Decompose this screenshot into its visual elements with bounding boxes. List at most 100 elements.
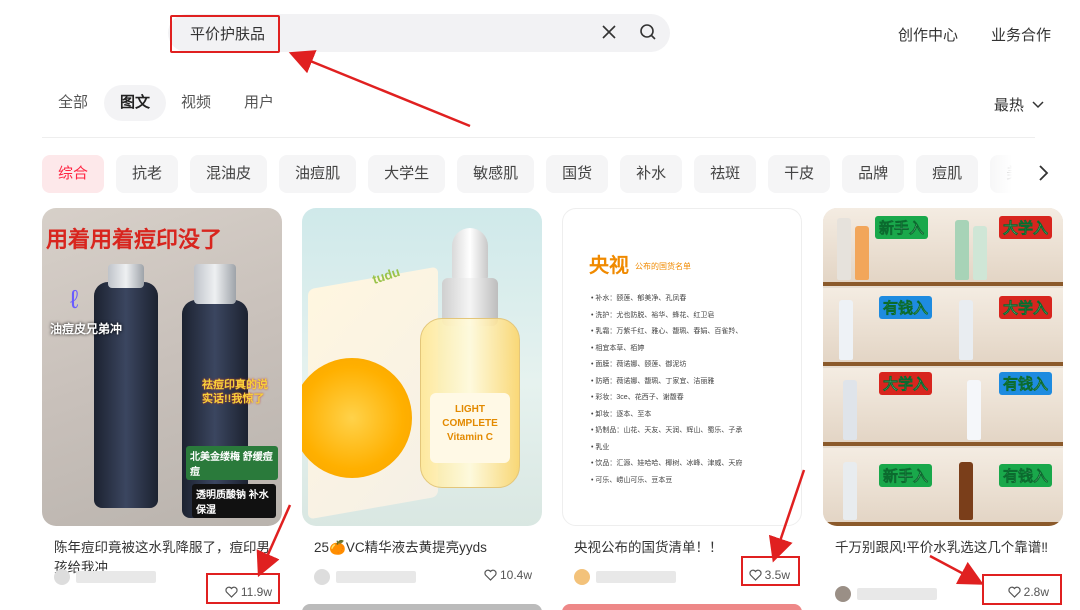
search-bar: [168, 14, 670, 52]
business-link[interactable]: 业务合作: [991, 24, 1051, 45]
cover-tag: 新手入: [879, 464, 933, 487]
list-item: 洗护：尤也防脱、裕华、蜂花、红卫皂: [591, 308, 791, 325]
note-title[interactable]: 25🍊VC精华液去黄提亮yyds: [314, 538, 539, 558]
bottle-image: [959, 462, 973, 520]
filter-chip[interactable]: 干皮: [768, 155, 831, 193]
creator-center-link[interactable]: 创作中心: [898, 24, 958, 45]
chevron-down-icon: [1032, 101, 1044, 109]
avatar: [314, 569, 330, 585]
next-card-peek: [302, 604, 542, 610]
like-count-value: 3.5w: [764, 568, 790, 582]
avatar: [835, 586, 851, 602]
author[interactable]: [835, 585, 937, 603]
author-name-blurred: [596, 571, 676, 583]
heart-icon: [1008, 586, 1021, 598]
dropper-bulb: [452, 228, 488, 282]
cover-sticker: 祛痘印真的说实话!!我惊了: [202, 379, 268, 405]
chevron-right-icon[interactable]: [1033, 163, 1053, 183]
author[interactable]: [574, 568, 676, 586]
like-count[interactable]: 3.5w: [749, 568, 790, 582]
filter-chip[interactable]: 痘肌: [916, 155, 979, 193]
filter-chip[interactable]: 抗老: [116, 155, 179, 193]
like-count[interactable]: 10.4w: [484, 568, 532, 582]
list-item: 奶制品：山花、天友、天润、辉山、蜀乐、子承: [591, 423, 791, 440]
heart-icon: [225, 586, 238, 598]
cover-title: 央视: [589, 255, 629, 277]
like-count-value: 11.9w: [240, 585, 272, 599]
bottle-image: [855, 226, 869, 280]
search-input[interactable]: [168, 14, 598, 52]
avatar: [54, 569, 70, 585]
tab-video[interactable]: 视频: [165, 85, 227, 121]
list-item: 卸妆：逐本、至本: [591, 407, 791, 424]
list-item: 可乐、崂山可乐、豆本豆: [591, 473, 791, 490]
filter-chip[interactable]: 油痘肌: [279, 155, 357, 193]
list-item: 彩妆：3ce、花西子、谢馥春: [591, 390, 791, 407]
cover-tag: 有钱入: [879, 296, 933, 319]
avatar: [574, 569, 590, 585]
list-item: 补水：颐莲、郁美净、孔凤春: [591, 291, 791, 308]
cover-sticker: 北美金缕梅 舒缓痘痘: [186, 446, 278, 480]
note-card[interactable]: tudu LIGHT COMPLETE Vitamin C 25🍊VC精华液去黄…: [302, 208, 542, 585]
list-item: 乳业: [591, 440, 791, 457]
cover-tag: 有钱入: [999, 464, 1053, 487]
tabs-divider: [42, 137, 1035, 138]
cover-tag: 新手入: [875, 216, 929, 239]
like-count-value: 10.4w: [499, 568, 532, 582]
tab-all[interactable]: 全部: [42, 85, 104, 121]
bottle-image: [959, 300, 973, 360]
bottle-image: [955, 220, 969, 280]
note-card[interactable]: 央视 公布的国货名单 补水：颐莲、郁美净、孔凤春 洗护：尤也防脱、裕华、蜂花、红…: [562, 208, 802, 585]
cover-tag: 有钱入: [999, 372, 1053, 395]
note-cover-image[interactable]: 新手入 大学入 有钱入 大学入 大学入 有钱入 新手入 有钱入: [823, 208, 1063, 526]
author-name-blurred: [76, 571, 156, 583]
cover-tag: 大学入: [999, 296, 1053, 319]
author-name-blurred: [857, 588, 937, 600]
filter-chip[interactable]: 混油皮: [190, 155, 268, 193]
filter-chip[interactable]: 品牌: [842, 155, 905, 193]
cover-sticker: 油痘皮兄弟冲: [50, 322, 123, 336]
list-item: 乳霜：万紫千红、雅心、馥珮、春娟、百雀羚、: [591, 324, 791, 341]
list-item: 饮品：汇源、娃哈哈、椰树、冰峰、津威、天府: [591, 456, 791, 473]
bottle-label: LIGHT COMPLETE Vitamin C: [430, 393, 510, 463]
sort-dropdown[interactable]: 最热: [994, 94, 1044, 115]
note-cover-image[interactable]: 用着用着痘印没了 ℓ 油痘皮兄弟冲 祛痘印真的说实话!!我惊了 北美金缕梅 舒缓…: [42, 208, 282, 526]
filter-chip[interactable]: 补水: [620, 155, 683, 193]
note-cover-image[interactable]: 央视 公布的国货名单 补水：颐莲、郁美净、孔凤春 洗护：尤也防脱、裕华、蜂花、红…: [562, 208, 802, 526]
like-count[interactable]: 11.9w: [225, 585, 272, 599]
clear-icon[interactable]: [600, 23, 618, 41]
heart-icon: [484, 569, 497, 581]
note-card[interactable]: 用着用着痘印没了 ℓ 油痘皮兄弟冲 祛痘印真的说实话!!我惊了 北美金缕梅 舒缓…: [42, 208, 282, 599]
filter-chip[interactable]: 敏感肌: [457, 155, 535, 193]
tab-users[interactable]: 用户: [228, 85, 290, 121]
filter-chips: 综合抗老混油皮油痘肌大学生敏感肌国货补水祛斑干皮品牌痘肌美: [42, 155, 1032, 193]
note-title[interactable]: 央视公布的国货清单！！: [574, 538, 799, 558]
cover-sticker: 透明质酸钠 补水保湿: [192, 484, 276, 518]
filter-chip[interactable]: 国货: [546, 155, 609, 193]
filter-chip[interactable]: 综合: [42, 155, 105, 193]
bottle-image: [94, 282, 158, 508]
bottle-image: [843, 462, 857, 520]
author[interactable]: [54, 568, 156, 586]
bottle-image: [837, 218, 851, 280]
note-card[interactable]: 新手入 大学入 有钱入 大学入 大学入 有钱入 新手入 有钱入 千万别跟风!平价…: [823, 208, 1063, 602]
cover-tag: 大学入: [999, 216, 1053, 239]
brand-list: 补水：颐莲、郁美净、孔凤春 洗护：尤也防脱、裕华、蜂花、红卫皂 乳霜：万紫千红、…: [591, 291, 791, 489]
bottle-image: [967, 380, 981, 440]
note-cover-image[interactable]: tudu LIGHT COMPLETE Vitamin C: [302, 208, 542, 526]
note-title[interactable]: 千万别跟风!平价水乳选这几个靠谱‼: [835, 538, 1060, 558]
like-count[interactable]: 2.8w: [1008, 585, 1049, 599]
shelf-image: [823, 448, 1063, 526]
tab-notes[interactable]: 图文: [104, 85, 167, 121]
list-item: 相宜本草、栢婷: [591, 341, 791, 358]
author-name-blurred: [336, 571, 416, 583]
author[interactable]: [314, 568, 416, 586]
cover-headline: 用着用着痘印没了: [46, 228, 223, 253]
filter-chip[interactable]: 祛斑: [694, 155, 757, 193]
bottle-image: [843, 380, 857, 440]
filter-chip[interactable]: 大学生: [368, 155, 446, 193]
bottle-image: [839, 300, 853, 360]
like-count-value: 2.8w: [1023, 585, 1049, 599]
heart-icon: [749, 569, 762, 581]
search-icon[interactable]: [639, 23, 657, 41]
